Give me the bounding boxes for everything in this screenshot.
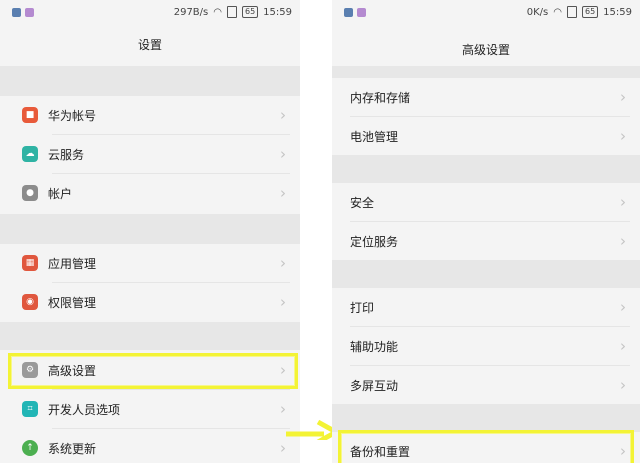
chevron-right-icon: › (620, 193, 626, 211)
chevron-right-icon: › (280, 106, 286, 124)
status-bar: 0K/s ◠ 65 15:59 (332, 0, 640, 28)
status-bar: 297B/s ◠ 65 15:59 (0, 0, 300, 28)
settings-item-memory-storage[interactable]: 内存和存储 › (332, 78, 640, 116)
settings-item-cloud[interactable]: ☁ 云服务 › (0, 135, 300, 173)
settings-item-app-management[interactable]: ▦ 应用管理 › (0, 244, 300, 282)
section-divider (332, 260, 640, 288)
battery-icon: 65 (241, 6, 259, 18)
settings-item-permission[interactable]: ◉ 权限管理 › (0, 283, 300, 321)
settings-item-label: 权限管理 (48, 295, 97, 310)
highlight-box (338, 430, 634, 463)
settings-screen: 297B/s ◠ 65 15:59 设置 ■ 华为帐号 › ☁ 云服务 › ● … (0, 0, 300, 463)
settings-item-multi-screen[interactable]: 多屏互动 › (332, 366, 640, 404)
wifi-icon: ◠ (553, 6, 562, 18)
settings-item-label: 应用管理 (48, 256, 97, 271)
settings-item-accessibility[interactable]: 辅助功能 › (332, 327, 640, 365)
chevron-right-icon: › (280, 145, 286, 163)
settings-item-huawei-account[interactable]: ■ 华为帐号 › (0, 96, 300, 134)
highlight-box (8, 353, 298, 389)
section-divider (0, 66, 300, 96)
settings-item-location[interactable]: 定位服务 › (332, 222, 640, 260)
chevron-right-icon: › (280, 439, 286, 457)
developer-icon: ⌗ (22, 401, 38, 417)
settings-item-label: 多屏互动 (350, 378, 399, 393)
notification-icon (12, 8, 21, 17)
chevron-right-icon: › (620, 232, 626, 250)
clock: 15:59 (603, 6, 632, 18)
chevron-right-icon: › (280, 254, 286, 272)
chevron-right-icon: › (280, 184, 286, 202)
notification-icon (344, 8, 353, 17)
chevron-right-icon: › (620, 376, 626, 394)
settings-item-label: 帐户 (48, 186, 73, 201)
chevron-right-icon: › (620, 337, 626, 355)
settings-item-system-update[interactable]: ↑ 系统更新 › (0, 429, 300, 463)
settings-item-account[interactable]: ● 帐户 › (0, 174, 300, 212)
user-icon: ● (22, 185, 38, 201)
section-divider (0, 214, 300, 244)
section-divider (332, 66, 640, 78)
battery-icon: 65 (581, 6, 599, 18)
sim-icon (566, 6, 577, 18)
app-notification-icon (25, 8, 34, 17)
apps-icon: ▦ (22, 255, 38, 271)
settings-item-label: 内存和存储 (350, 90, 411, 105)
settings-item-label: 开发人员选项 (48, 402, 121, 417)
cloud-icon: ☁ (22, 146, 38, 162)
clock: 15:59 (263, 6, 292, 18)
settings-item-battery[interactable]: 电池管理 › (332, 117, 640, 155)
settings-item-label: 华为帐号 (48, 108, 97, 123)
settings-item-label: 云服务 (48, 147, 85, 162)
settings-item-label: 系统更新 (48, 441, 97, 456)
section-divider (332, 404, 640, 432)
page-title: 设置 (137, 38, 162, 52)
network-speed: 0K/s (526, 6, 549, 18)
chevron-right-icon: › (620, 127, 626, 145)
section-divider (0, 322, 300, 350)
sim-icon (226, 6, 237, 18)
settings-item-label: 电池管理 (350, 129, 399, 144)
huawei-account-icon: ■ (22, 107, 38, 123)
chevron-right-icon: › (620, 298, 626, 316)
wifi-icon: ◠ (213, 6, 222, 18)
settings-item-label: 定位服务 (350, 234, 399, 249)
section-divider (332, 155, 640, 183)
settings-item-label: 辅助功能 (350, 339, 399, 354)
settings-item-label: 安全 (350, 195, 375, 210)
settings-item-label: 打印 (350, 300, 375, 315)
chevron-right-icon: › (620, 88, 626, 106)
app-notification-icon (357, 8, 366, 17)
update-icon: ↑ (22, 440, 38, 456)
settings-item-developer[interactable]: ⌗ 开发人员选项 › (0, 390, 300, 428)
settings-item-print[interactable]: 打印 › (332, 288, 640, 326)
advanced-settings-screen: 0K/s ◠ 65 15:59 高级设置 内存和存储 › 电池管理 › 安全 ›… (332, 0, 640, 463)
network-speed: 297B/s (173, 6, 209, 18)
page-title: 高级设置 (461, 43, 510, 57)
settings-item-security[interactable]: 安全 › (332, 183, 640, 221)
permission-icon: ◉ (22, 294, 38, 310)
chevron-right-icon: › (280, 293, 286, 311)
